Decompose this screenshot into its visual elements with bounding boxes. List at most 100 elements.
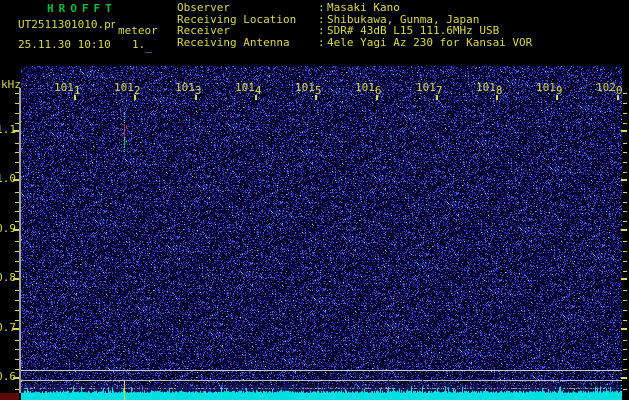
datetime-label: 25.11.30 10:10: [18, 38, 111, 51]
metadata-value: Masaki Kano: [327, 1, 400, 14]
tick-mark: [556, 95, 558, 100]
tick-mark: [623, 123, 627, 124]
x-axis-label: 1016: [355, 81, 382, 97]
tick-mark: [621, 278, 627, 280]
tick-mark: [623, 103, 627, 104]
tick-mark: [13, 229, 19, 231]
tick-mark: [74, 95, 76, 100]
counter-row: 1._: [132, 38, 152, 53]
x-axis-label: 1020: [596, 81, 623, 97]
metadata-row: Observer: Masaki Kano: [177, 2, 400, 13]
tick-mark: [621, 328, 627, 330]
tick-mark: [623, 300, 627, 301]
tick-mark: [623, 143, 627, 144]
tick-mark: [15, 290, 19, 291]
tick-mark: [617, 95, 619, 100]
tick-mark: [623, 389, 627, 390]
tick-mark: [15, 300, 19, 301]
tick-mark: [15, 310, 19, 311]
tick-mark: [195, 95, 197, 100]
tick-mark: [623, 251, 627, 252]
tick-mark: [15, 261, 19, 262]
page-counter: 1.: [132, 38, 146, 51]
tick-mark: [13, 278, 19, 280]
y-axis-unit: kHz: [1, 78, 21, 91]
tick-mark: [15, 211, 19, 212]
metadata-colon: :: [318, 36, 325, 49]
x-axis-label: 1013: [175, 81, 202, 97]
tick-mark: [623, 93, 627, 94]
tick-mark: [15, 389, 19, 390]
tick-mark: [15, 221, 19, 222]
x-axis-label: 1017: [416, 81, 443, 97]
tick-mark: [15, 143, 19, 144]
tick-mark: [623, 271, 627, 272]
tick-mark: [621, 130, 627, 132]
tick-mark: [134, 95, 136, 100]
tick-mark: [15, 241, 19, 242]
x-axis-label: 1015: [295, 81, 322, 97]
tick-mark: [623, 310, 627, 311]
metadata-value: 4ele Yagi Az 230 for Kansai VOR: [327, 36, 533, 49]
datetime-row: 25.11.30 10:10: [18, 39, 111, 50]
y-axis-line: [19, 88, 21, 393]
tick-mark: [15, 349, 19, 350]
output-filename-row: UT2511301010.png: [18, 19, 115, 30]
tick-mark: [15, 202, 19, 203]
tick-mark: [15, 192, 19, 193]
metadata-label: Receiving Antenna: [177, 36, 290, 49]
tick-mark: [13, 328, 19, 330]
x-axis-label: 1011: [54, 81, 81, 97]
tick-mark: [623, 359, 627, 360]
tick-mark: [15, 359, 19, 360]
spectrogram-canvas: [21, 66, 622, 400]
tick-mark: [15, 123, 19, 124]
tick-mark: [15, 162, 19, 163]
observation-name: meteor: [118, 24, 158, 37]
tick-mark: [623, 202, 627, 203]
tick-mark: [623, 113, 627, 114]
hrofft-window: HROFFT UT2511301010.png meteor 25.11.30 …: [0, 0, 629, 400]
metadata-colon: :: [318, 1, 325, 14]
tick-mark: [376, 95, 378, 100]
metadata-value: SDR# 43dB L15 111.6MHz USB: [327, 24, 500, 37]
tick-mark: [623, 290, 627, 291]
tick-mark: [621, 179, 627, 181]
tick-mark: [13, 179, 19, 181]
output-filename: UT2511301010.png: [18, 19, 115, 30]
tick-mark: [623, 162, 627, 163]
x-axis-label: 1018: [476, 81, 503, 97]
tick-mark: [496, 95, 498, 100]
tick-mark: [623, 320, 627, 321]
x-axis-label: 1019: [536, 81, 563, 97]
tick-mark: [623, 369, 627, 370]
tick-mark: [623, 152, 627, 153]
tick-mark: [623, 172, 627, 173]
tick-mark: [15, 271, 19, 272]
x-axis-label: 1014: [235, 81, 262, 97]
tick-mark: [623, 349, 627, 350]
x-axis-label: 1012: [114, 81, 141, 97]
tick-mark: [15, 113, 19, 114]
tick-mark: [15, 251, 19, 252]
tick-mark: [621, 377, 627, 379]
tick-mark: [15, 320, 19, 321]
tick-mark: [15, 340, 19, 341]
tick-mark: [255, 95, 257, 100]
tick-mark: [623, 221, 627, 222]
text-cursor: _: [145, 40, 152, 53]
tick-mark: [13, 377, 19, 379]
metadata-row: Receiving Antenna:4ele Yagi Az 230 for K…: [177, 36, 532, 49]
tick-mark: [15, 93, 19, 94]
tick-mark: [623, 261, 627, 262]
tick-mark: [15, 172, 19, 173]
tick-mark: [15, 152, 19, 153]
tick-mark: [15, 103, 19, 104]
tick-mark: [623, 340, 627, 341]
corner-block: [0, 393, 19, 400]
tick-mark: [623, 192, 627, 193]
tick-mark: [436, 95, 438, 100]
tick-mark: [623, 211, 627, 212]
metadata-colon: :: [318, 24, 325, 37]
app-title: HROFFT: [47, 2, 117, 15]
